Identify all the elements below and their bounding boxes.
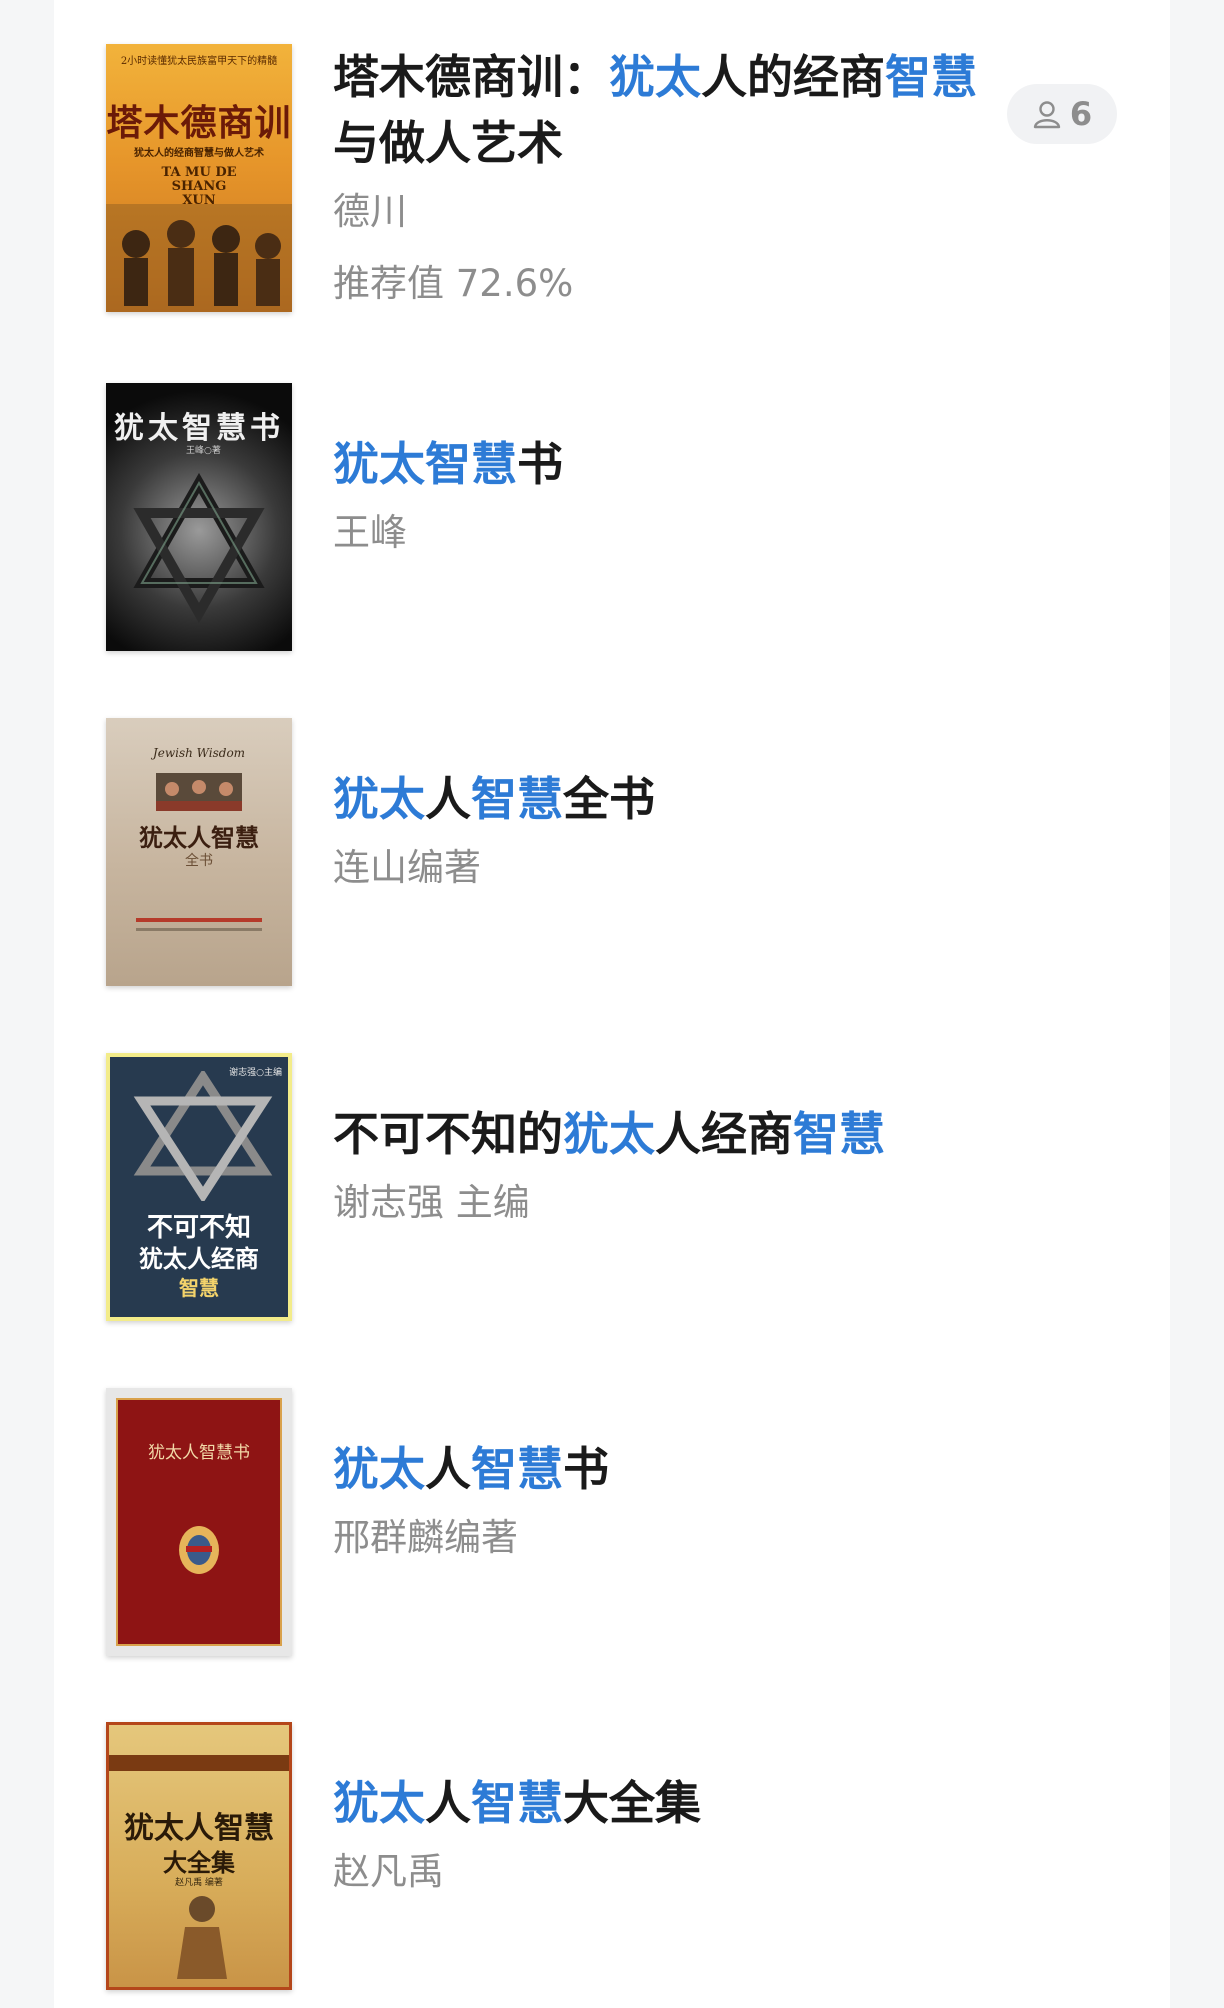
cover-banner — [109, 1755, 289, 1771]
page: 2小时读懂犹太民族富甲天下的精髓 塔木德商训 犹太人的经商智慧与做人艺术 TA … — [0, 0, 1224, 2008]
book-list-item[interactable]: 犹太智慧书 王峰○著 犹太智慧书 王峰 — [54, 383, 1170, 653]
book-title[interactable]: 塔木德商训：犹太人的经商智慧与做人艺术 — [333, 44, 983, 176]
title-part-highlight: 犹太 — [333, 772, 425, 826]
cover-main-title: 塔木德商训 — [106, 102, 292, 144]
title-part-highlight: 智慧 — [471, 1776, 563, 1830]
book-cover[interactable]: 犹太人智慧书 — [106, 1388, 292, 1656]
cover-english-title: Jewish Wisdom — [152, 746, 246, 760]
book-title[interactable]: 犹太人智慧全书 — [333, 766, 983, 832]
cover-illustration — [156, 773, 242, 811]
cover-pinyin: TA MU DE SHANG XUN — [161, 165, 237, 208]
title-part-highlight: 智慧 — [793, 1107, 885, 1161]
book-list: 2小时读懂犹太民族富甲天下的精髓 塔木德商训 犹太人的经商智慧与做人艺术 TA … — [54, 0, 1170, 2008]
title-part: 全书 — [563, 772, 655, 826]
title-part: 书 — [517, 437, 563, 491]
book-score: 推荐值 72.6% — [333, 262, 574, 305]
title-part-highlight: 犹太 — [609, 50, 701, 104]
book-title[interactable]: 不可不知的犹太人经商智慧 — [333, 1101, 983, 1167]
book-author: 连山编著 — [333, 846, 481, 889]
person-icon — [1033, 101, 1061, 129]
book-list-item[interactable]: 谢志强○主编 不可不知 犹太人经商 智慧 不可不知的犹太人经商智慧 谢志强 主编 — [54, 1053, 1170, 1323]
cover-figure-illustration — [177, 1896, 227, 1979]
book-title[interactable]: 犹太人智慧大全集 — [333, 1770, 983, 1836]
cover-illustration — [106, 204, 292, 312]
cover-divider — [136, 928, 262, 931]
book-info: 不可不知的犹太人经商智慧 谢志强 主编 — [333, 1101, 983, 1231]
title-part: 人经商 — [655, 1107, 793, 1161]
book-info: 犹太智慧书 王峰 — [333, 431, 983, 561]
cover-byline: 王峰○著 — [186, 446, 221, 456]
book-title[interactable]: 犹太智慧书 — [333, 431, 983, 497]
title-part: 人的经商 — [701, 50, 885, 104]
cover-main-title: 犹太人智慧 — [139, 823, 259, 852]
title-part: 大全集 — [563, 1776, 701, 1830]
book-cover[interactable]: 谢志强○主编 不可不知 犹太人经商 智慧 — [106, 1053, 292, 1321]
reader-count-badge[interactable]: 6 — [1007, 84, 1117, 144]
title-part: 不可不知的 — [333, 1107, 563, 1161]
cover-subtitle: 犹太人的经商智慧与做人艺术 — [134, 148, 264, 159]
book-list-item[interactable]: 犹太人智慧 大全集 赵凡禹 编著 犹太人智慧大全集 赵凡禹 — [54, 1722, 1170, 1992]
book-cover[interactable]: 犹太智慧书 王峰○著 — [106, 383, 292, 651]
book-author: 赵凡禹 — [333, 1850, 444, 1893]
cover-emblem-icon — [179, 1526, 219, 1574]
cover-tagline: 2小时读懂犹太民族富甲天下的精髓 — [120, 56, 278, 67]
title-part: 人 — [425, 772, 471, 826]
title-part: 人 — [425, 1442, 471, 1496]
title-part: 塔木德商训： — [333, 50, 609, 104]
cover-line-2: 犹太人经商 — [139, 1245, 259, 1273]
reader-count: 6 — [1069, 95, 1093, 133]
book-info: 犹太人智慧书 邢群麟编著 — [333, 1436, 983, 1566]
title-part-highlight: 犹太 — [333, 1776, 425, 1830]
title-part-highlight: 犹太智慧 — [333, 437, 517, 491]
book-info: 塔木德商训：犹太人的经商智慧与做人艺术 德川 推荐值 72.6% — [333, 44, 983, 312]
title-part-highlight: 智慧 — [885, 50, 977, 104]
book-info: 犹太人智慧全书 连山编著 — [333, 766, 983, 896]
star-of-david-icon — [133, 1071, 273, 1201]
title-part-highlight: 智慧 — [471, 772, 563, 826]
title-part-highlight: 智慧 — [471, 1442, 563, 1496]
book-author: 王峰 — [333, 511, 407, 554]
book-info: 犹太人智慧大全集 赵凡禹 — [333, 1770, 983, 1900]
star-of-david-icon — [133, 473, 265, 623]
book-list-item[interactable]: 2小时读懂犹太民族富甲天下的精髓 塔木德商训 犹太人的经商智慧与做人艺术 TA … — [54, 44, 1170, 314]
cover-divider — [136, 918, 262, 922]
cover-subtitle: 全书 — [185, 853, 213, 869]
title-part-highlight: 犹太 — [563, 1107, 655, 1161]
book-list-item[interactable]: Jewish Wisdom 犹太人智慧 全书 犹太人智慧全书 连山编著 — [54, 718, 1170, 988]
title-part: 与做人艺术 — [333, 116, 563, 170]
book-cover[interactable]: 2小时读懂犹太民族富甲天下的精髓 塔木德商训 犹太人的经商智慧与做人艺术 TA … — [106, 44, 292, 312]
title-part: 人 — [425, 1776, 471, 1830]
title-part: 书 — [563, 1442, 609, 1496]
cover-main-title: 犹太人智慧 — [124, 1811, 274, 1846]
book-list-item[interactable]: 犹太人智慧书 犹太人智慧书 邢群麟编著 — [54, 1388, 1170, 1658]
cover-byline: 赵凡禹 编著 — [175, 1878, 223, 1888]
book-author: 谢志强 主编 — [333, 1181, 530, 1224]
book-cover[interactable]: 犹太人智慧 大全集 赵凡禹 编著 — [106, 1722, 292, 1990]
book-author: 德川 — [333, 190, 407, 233]
cover-subtitle: 大全集 — [163, 1848, 235, 1877]
cover-main-title: 犹太人智慧书 — [148, 1443, 250, 1463]
cover-line-3: 智慧 — [179, 1276, 219, 1300]
cover-main-title: 犹太智慧书 — [114, 411, 284, 446]
book-author: 邢群麟编著 — [333, 1516, 518, 1559]
book-cover[interactable]: Jewish Wisdom 犹太人智慧 全书 — [106, 718, 292, 986]
book-title[interactable]: 犹太人智慧书 — [333, 1436, 983, 1502]
title-part-highlight: 犹太 — [333, 1442, 425, 1496]
